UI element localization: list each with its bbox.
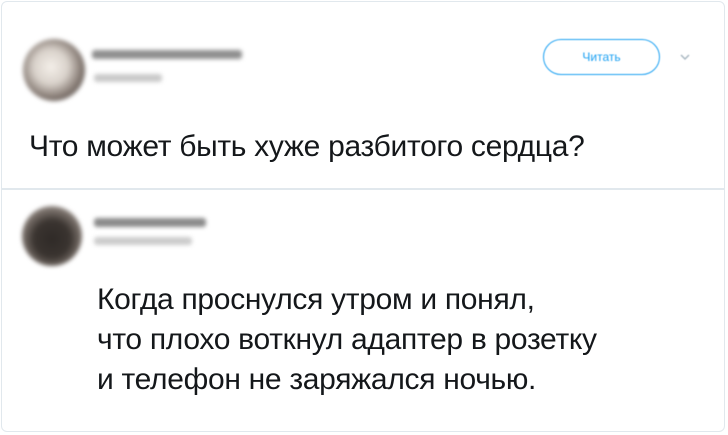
author-name-blurred[interactable] [94,218,206,227]
tweet-screenshot-frame: Читать Что может быть хуже разбитого сер… [1,1,725,432]
tweet-text: Что может быть хуже разбитого сердца? [29,130,585,163]
avatar[interactable] [23,39,85,101]
author-name-blurred[interactable] [92,50,242,59]
avatar[interactable] [22,206,82,266]
author-handle-blurred [94,237,192,245]
tweet-original: Читать Что может быть хуже разбитого сер… [2,2,724,188]
reply-text-line: Когда проснулся утром и понял, [97,283,535,316]
reply-text-line: и телефон не заряжался ночью. [97,363,537,396]
author-handle-blurred [94,74,162,82]
follow-button[interactable]: Читать [543,39,660,75]
reply-text: Когда проснулся утром и понял, что плохо… [97,280,597,400]
follow-button-label: Читать [582,50,621,64]
chevron-down-icon[interactable] [678,50,692,64]
tweet-reply: Когда проснулся утром и понял, что плохо… [2,190,724,431]
reply-text-line: что плохо воткнул адаптер в розетку [97,323,597,356]
